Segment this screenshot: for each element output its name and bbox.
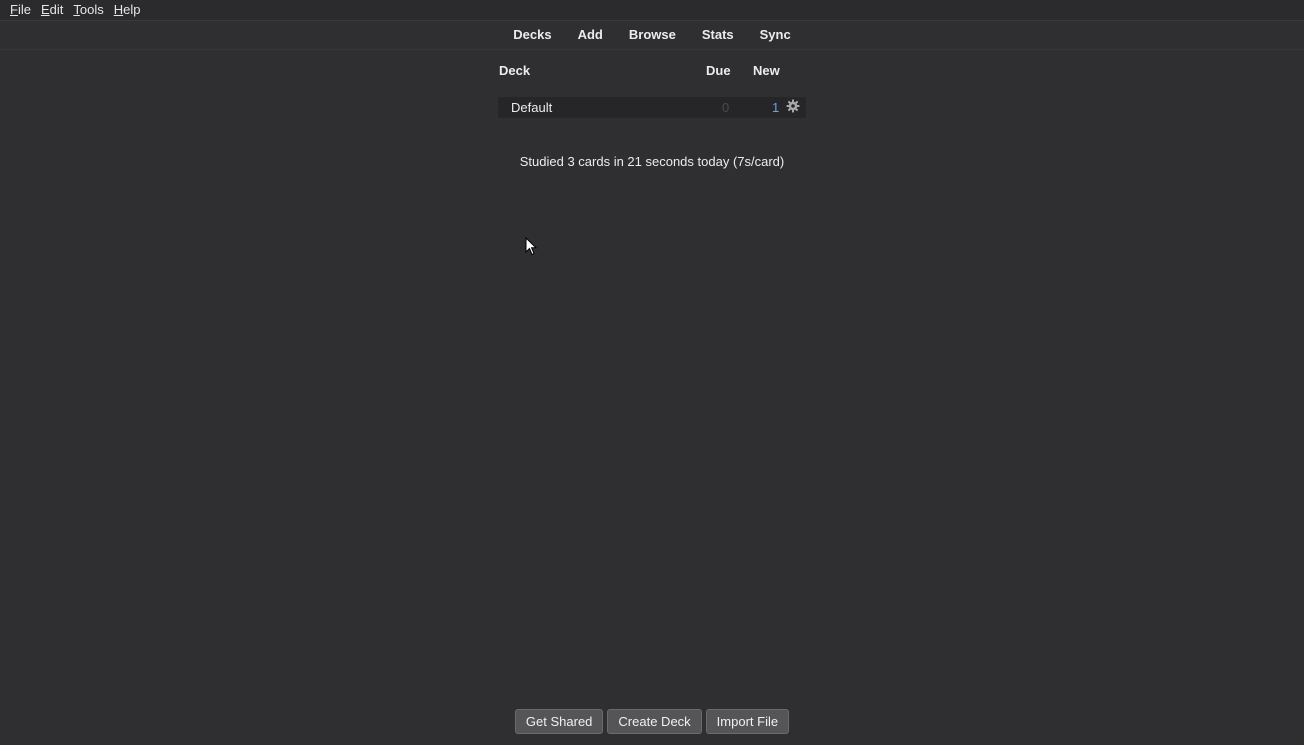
- deck-table-header: Deck Due New: [498, 60, 806, 82]
- deck-name[interactable]: Default: [511, 100, 552, 115]
- create-deck-button[interactable]: Create Deck: [607, 709, 702, 734]
- mouse-cursor-icon: [525, 237, 537, 256]
- header-due: Due: [706, 63, 731, 78]
- menu-edit-mnemonic: E: [40, 2, 50, 17]
- menu-file-mnemonic: F: [10, 2, 18, 17]
- toolbar-add-link[interactable]: Add: [565, 21, 616, 49]
- menu-edit-label: dit: [49, 2, 64, 17]
- header-new: New: [753, 63, 780, 78]
- header-deck: Deck: [499, 63, 531, 78]
- deck-table: Deck Due New Default 0 1: [498, 60, 806, 118]
- gear-icon[interactable]: [786, 99, 800, 113]
- bottom-button-bar: Get Shared Create Deck Import File: [0, 709, 1304, 734]
- deck-new-count: 1: [772, 100, 780, 115]
- toolbar-sync-link[interactable]: Sync: [747, 21, 804, 49]
- deck-due-count: 0: [722, 100, 730, 115]
- deck-row-default[interactable]: Default 0 1: [498, 97, 806, 118]
- get-shared-button[interactable]: Get Shared: [514, 709, 604, 734]
- menu-file[interactable]: File: [5, 0, 36, 20]
- menu-help-mnemonic: H: [113, 2, 124, 17]
- menu-tools-label: ools: [79, 2, 104, 17]
- toolbar-decks-link[interactable]: Decks: [500, 21, 564, 49]
- study-summary-text: Studied 3 cards in 21 seconds today (7s/…: [519, 154, 785, 169]
- import-file-button[interactable]: Import File: [705, 709, 790, 734]
- menu-file-label: ile: [17, 2, 31, 17]
- menu-help[interactable]: Help: [109, 0, 146, 20]
- toolbar-stats-link[interactable]: Stats: [689, 21, 747, 49]
- menu-edit[interactable]: Edit: [36, 0, 68, 20]
- toolbar-browse-link[interactable]: Browse: [616, 21, 689, 49]
- menu-bar: File Edit Tools Help: [0, 0, 1304, 21]
- menu-tools[interactable]: Tools: [68, 0, 108, 20]
- menu-help-label: elp: [123, 2, 141, 17]
- top-toolbar: Decks Add Browse Stats Sync: [0, 21, 1304, 50]
